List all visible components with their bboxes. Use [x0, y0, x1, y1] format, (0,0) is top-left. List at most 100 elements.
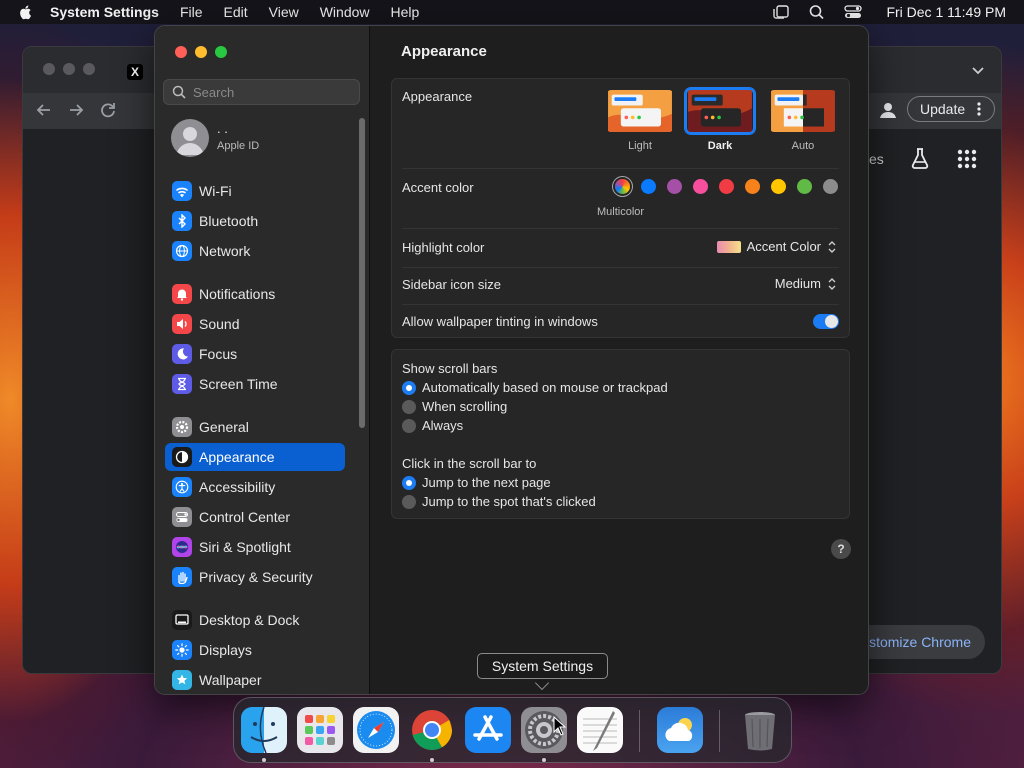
radio-button[interactable] [402, 494, 416, 509]
hourglass-icon [172, 374, 192, 394]
app-store-icon[interactable] [465, 707, 511, 753]
sidebar-scrollbar[interactable] [359, 118, 365, 428]
sidebar-icon-size-label: Sidebar icon size [402, 277, 501, 292]
customize-chrome-button[interactable]: Customize Chrome [849, 625, 985, 659]
sidebar-item-network[interactable]: Network [165, 237, 345, 265]
app-name-menu[interactable]: System Settings [50, 4, 159, 20]
labs-flask-icon[interactable] [909, 147, 931, 169]
chrome-close-button[interactable] [43, 63, 55, 75]
window-minimize-button[interactable] [195, 46, 207, 58]
window-close-button[interactable] [175, 46, 187, 58]
chrome-zoom-button[interactable] [83, 63, 95, 75]
radio-button[interactable] [402, 380, 416, 395]
launchpad-icon[interactable] [297, 707, 343, 753]
stage-manager-icon[interactable] [772, 4, 790, 20]
theme-light-option[interactable]: Light [605, 88, 675, 152]
chrome-update-button[interactable]: Update [907, 96, 995, 122]
textedit-icon[interactable] [577, 707, 623, 753]
sidebar-item-wallpaper[interactable]: Wallpaper [165, 666, 345, 694]
apple-id-row[interactable]: . . Apple ID [171, 119, 351, 159]
safari-icon[interactable] [353, 707, 399, 753]
search-icon [172, 85, 186, 99]
trash-icon[interactable] [737, 707, 783, 753]
scrollbar-when-scrolling-radio[interactable]: When scrolling [402, 399, 507, 414]
accent-color-swatch[interactable] [719, 179, 734, 194]
menu-window[interactable]: Window [320, 4, 370, 20]
menu-bar-clock[interactable]: Fri Dec 1 11:49 PM [886, 4, 1006, 20]
chrome-icon[interactable] [409, 707, 455, 753]
appearance-icon [172, 447, 192, 467]
scrollbar-auto-radio[interactable]: Automatically based on mouse or trackpad [402, 380, 668, 395]
highlight-color-popup[interactable]: Accent Color [716, 239, 837, 254]
window-zoom-button[interactable] [215, 46, 227, 58]
sidebar-search[interactable] [163, 79, 360, 105]
sidebar-item-wi-fi[interactable]: Wi-Fi [165, 177, 345, 205]
sidebar-item-sound[interactable]: Sound [165, 310, 345, 338]
system-settings-window: . . Apple ID Wi-Fi Bluetooth Network Notifi… [154, 25, 869, 695]
theme-dark-option[interactable]: Dark [685, 88, 755, 152]
appearance-label: Appearance [402, 89, 473, 104]
globe-icon [172, 241, 192, 261]
help-button[interactable]: ? [831, 539, 851, 559]
accent-color-swatch[interactable] [693, 179, 708, 194]
sidebar-item-notifications[interactable]: Notifications [165, 280, 345, 308]
scroll-bar-settings-card: Show scroll bars Automatically based on … [391, 349, 850, 519]
running-indicator [430, 758, 434, 762]
radio-button[interactable] [402, 475, 416, 490]
forward-arrow-icon[interactable] [65, 99, 87, 121]
accent-color-swatch[interactable] [745, 179, 760, 194]
accent-color-swatch[interactable] [823, 179, 838, 194]
tab-search-chevron-icon[interactable] [969, 61, 987, 79]
sidebar-icon-size-popup[interactable]: Medium [775, 276, 837, 291]
wallpaper-tinting-toggle[interactable] [813, 314, 839, 329]
menu-file[interactable]: File [180, 4, 203, 20]
reload-icon[interactable] [97, 99, 119, 121]
menu-edit[interactable]: Edit [224, 4, 248, 20]
sidebar-item-bluetooth[interactable]: Bluetooth [165, 207, 345, 235]
scrollbar-always-radio[interactable]: Always [402, 418, 463, 433]
sidebar-item-desktop-and-dock[interactable]: Desktop & Dock [165, 606, 345, 634]
spotlight-search-icon[interactable] [808, 4, 826, 20]
chrome-minimize-button[interactable] [63, 63, 75, 75]
accent-color-swatch[interactable] [771, 179, 786, 194]
sidebar-item-general[interactable]: General [165, 413, 345, 441]
sidebar-item-accessibility[interactable]: Accessibility [165, 473, 345, 501]
click-next-page-radio[interactable]: Jump to the next page [402, 475, 551, 490]
accent-multicolor-swatch[interactable] [615, 179, 630, 194]
sidebar-item-appearance[interactable]: Appearance [165, 443, 345, 471]
accessibility-icon [172, 477, 192, 497]
sidebar-item-siri-and-spotlight[interactable]: Siri & Spotlight [165, 533, 345, 561]
finder-icon[interactable] [241, 707, 287, 753]
sidebar-item-label: Siri & Spotlight [199, 539, 291, 555]
radio-label: Automatically based on mouse or trackpad [422, 380, 668, 395]
page-title: Appearance [401, 43, 487, 60]
radio-button[interactable] [402, 399, 416, 414]
sidebar-item-focus[interactable]: Focus [165, 340, 345, 368]
search-input[interactable] [193, 84, 353, 100]
menu-help[interactable]: Help [391, 4, 420, 20]
google-apps-grid-icon[interactable] [957, 149, 977, 169]
theme-auto-option[interactable]: Auto [768, 88, 838, 152]
shortcut-label-fragment[interactable]: es [869, 151, 884, 167]
chrome-menu-dots-icon[interactable] [972, 101, 986, 117]
sidebar-item-privacy-and-security[interactable]: Privacy & Security [165, 563, 345, 591]
accent-color-swatch[interactable] [667, 179, 682, 194]
apple-menu-icon[interactable] [18, 4, 34, 20]
click-spot-radio[interactable]: Jump to the spot that's clicked [402, 494, 596, 509]
control-center-menu-icon[interactable] [844, 4, 863, 20]
x-favicon-icon[interactable]: X [127, 64, 143, 80]
menu-view[interactable]: View [269, 4, 299, 20]
popup-arrows-icon [828, 277, 836, 290]
sidebar-item-control-center[interactable]: Control Center [165, 503, 345, 531]
radio-label: Jump to the next page [422, 475, 551, 490]
mouse-pointer-icon [553, 716, 567, 736]
chrome-profile-icon[interactable] [877, 99, 899, 121]
sidebar-item-screen-time[interactable]: Screen Time [165, 370, 345, 398]
accent-color-swatch[interactable] [641, 179, 656, 194]
weather-icon[interactable] [657, 707, 703, 753]
desktop-icon [172, 610, 192, 630]
radio-button[interactable] [402, 418, 416, 433]
sidebar-item-displays[interactable]: Displays [165, 636, 345, 664]
accent-color-swatch[interactable] [797, 179, 812, 194]
back-arrow-icon[interactable] [33, 99, 55, 121]
